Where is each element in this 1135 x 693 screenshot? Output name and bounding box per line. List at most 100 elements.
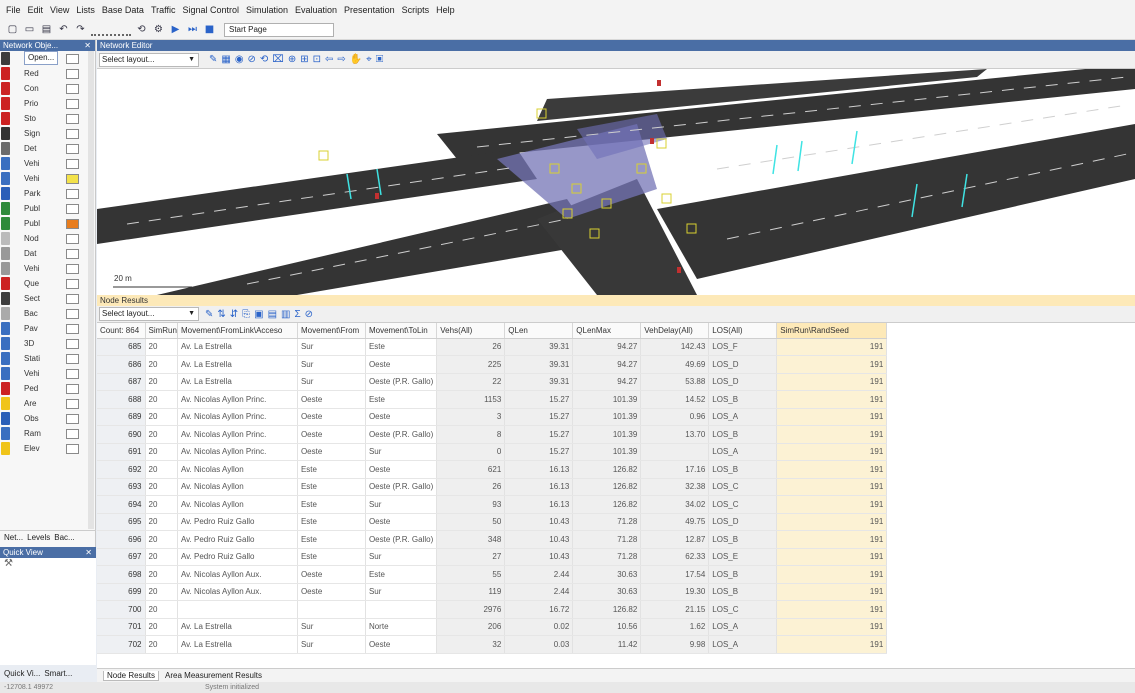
table-cell[interactable]: 702 bbox=[97, 635, 146, 654]
object-color-swatch[interactable] bbox=[66, 68, 79, 79]
object-color-swatch[interactable] bbox=[66, 428, 79, 439]
table-cell[interactable]: 32.38 bbox=[640, 478, 710, 496]
table-cell[interactable]: 20 bbox=[145, 583, 178, 601]
table-cell[interactable]: Sur bbox=[297, 618, 366, 636]
table-cell[interactable]: 9.98 bbox=[640, 635, 710, 654]
table-cell[interactable]: Av. La Estrella bbox=[177, 355, 298, 374]
table-cell[interactable]: 53.88 bbox=[640, 373, 710, 391]
network-object-item[interactable]: 3D bbox=[0, 336, 92, 351]
table-row[interactable]: 692 20 Av. Nicolas Ayllon Este Oeste 621 16.13… bbox=[97, 460, 888, 479]
object-color-swatch[interactable] bbox=[66, 173, 79, 184]
table-cell[interactable]: Av. Nicolas Ayllon Princ. bbox=[177, 390, 298, 409]
table-cell[interactable]: 20 bbox=[145, 425, 178, 444]
table-cell[interactable]: 693 bbox=[97, 478, 146, 496]
menu-scripts[interactable]: Scripts bbox=[402, 5, 430, 15]
table-row[interactable]: 698 20 Av. Nicolas Ayllon Aux. Oeste Este 55 2… bbox=[97, 565, 888, 584]
object-color-swatch[interactable] bbox=[66, 83, 79, 94]
table-cell[interactable]: 695 bbox=[97, 513, 146, 531]
table-cell[interactable]: 126.82 bbox=[572, 460, 642, 479]
column-header[interactable]: QLenMax bbox=[572, 323, 642, 339]
network-object-item[interactable]: Sign bbox=[0, 126, 92, 141]
redo-icon[interactable]: ↷ bbox=[74, 23, 87, 36]
table-cell[interactable]: LOS_A bbox=[708, 635, 778, 654]
table-cell[interactable]: LOS_E bbox=[708, 548, 778, 566]
table-cell[interactable]: 20 bbox=[145, 355, 178, 374]
table-cell[interactable]: 698 bbox=[97, 565, 146, 584]
menu-file[interactable]: File bbox=[6, 5, 21, 15]
table-cell[interactable]: 191 bbox=[776, 495, 888, 514]
table-cell[interactable]: 11.42 bbox=[572, 635, 642, 654]
table-cell[interactable]: 20 bbox=[145, 548, 178, 566]
table-cell[interactable]: 16.13 bbox=[504, 478, 574, 496]
table-cell[interactable]: LOS_D bbox=[708, 513, 778, 531]
left-tab[interactable]: Levels bbox=[27, 533, 50, 542]
object-color-swatch[interactable] bbox=[66, 398, 79, 409]
table-cell[interactable]: Este bbox=[297, 513, 366, 531]
network-object-item[interactable]: Que bbox=[0, 276, 92, 291]
table-cell[interactable]: 191 bbox=[776, 443, 888, 461]
table-cell[interactable]: 191 bbox=[776, 355, 888, 374]
table-cell[interactable]: 206 bbox=[436, 618, 506, 636]
table-cell[interactable]: 20 bbox=[145, 495, 178, 514]
table-cell[interactable]: 19.30 bbox=[640, 583, 710, 601]
table-cell[interactable]: 685 bbox=[97, 338, 146, 356]
network-object-item[interactable]: Pav bbox=[0, 321, 92, 336]
table-cell[interactable]: Av. Nicolas Ayllon Princ. bbox=[177, 425, 298, 444]
table-cell[interactable]: Sur bbox=[365, 583, 438, 601]
table-cell[interactable]: 1153 bbox=[436, 390, 506, 409]
save-icon[interactable]: ▤ bbox=[40, 23, 53, 36]
object-color-swatch[interactable] bbox=[66, 113, 79, 124]
column-header[interactable]: VehDelay(All) bbox=[640, 323, 710, 339]
table-cell[interactable]: 8 bbox=[436, 425, 506, 444]
table-cell[interactable]: 191 bbox=[776, 478, 888, 496]
table-cell[interactable]: 191 bbox=[776, 635, 888, 654]
column-header[interactable]: LOS(All) bbox=[708, 323, 778, 339]
column-header[interactable]: Movement\From bbox=[297, 323, 366, 339]
table-cell[interactable]: Este bbox=[365, 338, 438, 356]
table-cell[interactable]: 701 bbox=[97, 618, 146, 636]
table-cell[interactable]: Av. Nicolas Ayllon bbox=[177, 460, 298, 479]
left-tab[interactable]: Net... bbox=[4, 533, 23, 542]
network-object-item[interactable]: Dat bbox=[0, 246, 92, 261]
table-cell[interactable]: 39.31 bbox=[504, 355, 574, 374]
speed-slider[interactable] bbox=[91, 23, 131, 36]
table-cell[interactable]: 191 bbox=[776, 618, 888, 636]
table-cell[interactable]: 697 bbox=[97, 548, 146, 566]
table-cell[interactable]: Oeste bbox=[297, 408, 366, 426]
network-object-item[interactable]: Publ bbox=[0, 201, 92, 216]
table-cell[interactable]: 34.02 bbox=[640, 495, 710, 514]
results-tab[interactable]: Node Results bbox=[103, 670, 160, 681]
table-cell[interactable] bbox=[365, 600, 438, 619]
table-cell[interactable]: 0.03 bbox=[504, 635, 574, 654]
table-cell[interactable]: 49.69 bbox=[640, 355, 710, 374]
table-cell[interactable]: LOS_B bbox=[708, 425, 778, 444]
table-cell[interactable]: 101.39 bbox=[572, 408, 642, 426]
table-cell[interactable]: LOS_A bbox=[708, 618, 778, 636]
column-header[interactable]: SimRun\RandSeed bbox=[776, 323, 888, 339]
table-cell[interactable]: LOS_C bbox=[708, 600, 778, 619]
table-cell[interactable]: 191 bbox=[776, 513, 888, 531]
table-cell[interactable]: 30.63 bbox=[572, 565, 642, 584]
table-cell[interactable]: 0 bbox=[436, 443, 506, 461]
network-object-item[interactable]: Elev bbox=[0, 441, 92, 456]
table-cell[interactable]: LOS_B bbox=[708, 565, 778, 584]
table-cell[interactable]: 15.27 bbox=[504, 408, 574, 426]
table-cell[interactable]: 10.43 bbox=[504, 548, 574, 566]
table-cell[interactable]: 39.31 bbox=[504, 338, 574, 356]
table-cell[interactable]: 12.87 bbox=[640, 530, 710, 549]
table-cell[interactable]: 101.39 bbox=[572, 425, 642, 444]
table-cell[interactable]: 191 bbox=[776, 390, 888, 409]
network-object-item[interactable]: Are bbox=[0, 396, 92, 411]
object-color-swatch[interactable] bbox=[66, 383, 79, 394]
table-cell[interactable]: 20 bbox=[145, 478, 178, 496]
network-object-item[interactable]: Vehi bbox=[0, 156, 92, 171]
table-cell[interactable]: 20 bbox=[145, 618, 178, 636]
table-cell[interactable]: 690 bbox=[97, 425, 146, 444]
table-cell[interactable]: 2.44 bbox=[504, 583, 574, 601]
table-row[interactable]: 695 20 Av. Pedro Ruiz Gallo Este Oeste 50 10.4… bbox=[97, 513, 888, 531]
object-color-swatch[interactable] bbox=[66, 158, 79, 169]
table-cell[interactable]: Av. Pedro Ruiz Gallo bbox=[177, 530, 298, 549]
table-cell[interactable]: Av. Pedro Ruiz Gallo bbox=[177, 548, 298, 566]
table-cell[interactable]: Este bbox=[297, 478, 366, 496]
table-cell[interactable]: 191 bbox=[776, 408, 888, 426]
